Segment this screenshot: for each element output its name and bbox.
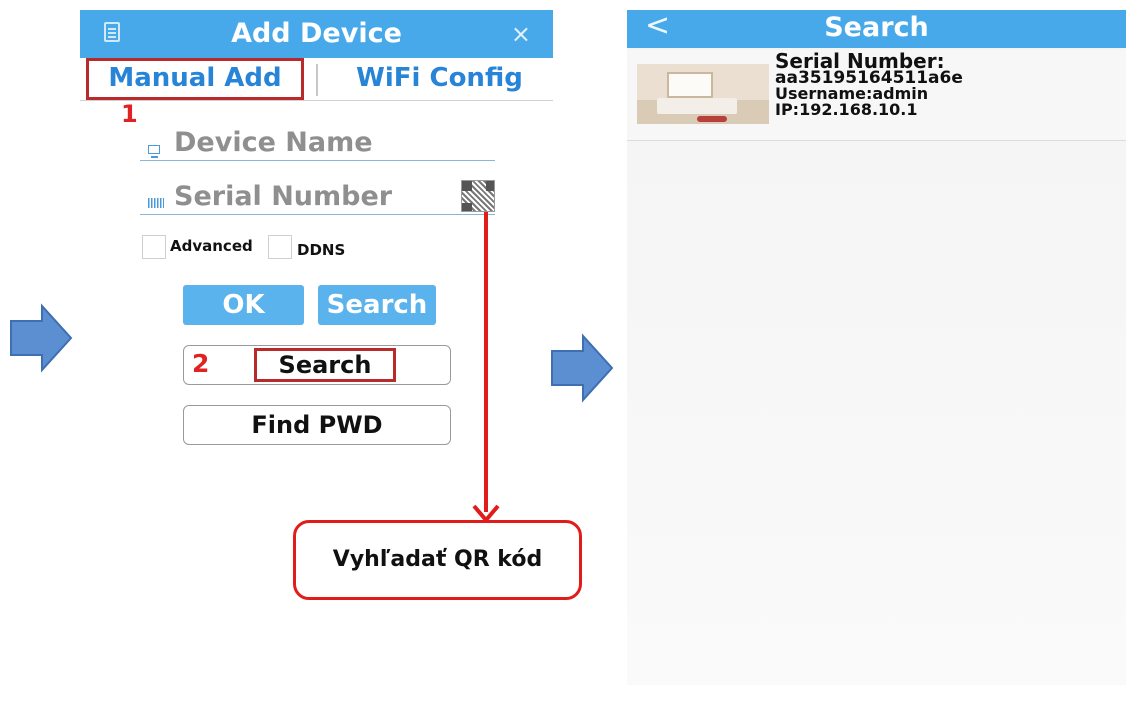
search-button[interactable]: 2 Search bbox=[183, 345, 451, 385]
tab-manual-add[interactable]: Manual Add bbox=[86, 58, 304, 100]
advanced-checkbox[interactable] bbox=[142, 235, 166, 259]
search-header: < Search bbox=[627, 8, 1126, 48]
device-thumbnail bbox=[637, 64, 769, 124]
find-pwd-button[interactable]: Find PWD bbox=[183, 405, 451, 445]
ddns-checkbox[interactable] bbox=[268, 235, 292, 259]
device-info: Serial Number: aa35195164511a6e Username… bbox=[775, 51, 963, 119]
add-device-header: Add Device × bbox=[80, 10, 553, 58]
serial-number-placeholder: Serial Number bbox=[174, 181, 393, 212]
tab-wifi-config[interactable]: WiFi Config bbox=[326, 58, 553, 100]
monitor-icon bbox=[148, 145, 160, 158]
search-title: Search bbox=[824, 12, 929, 43]
search-button-label: Search bbox=[254, 348, 396, 382]
barcode-icon bbox=[148, 198, 164, 208]
step-2-marker: 2 bbox=[192, 349, 210, 378]
serial-number-field[interactable]: Serial Number bbox=[140, 178, 495, 215]
device-name-field[interactable]: Device Name bbox=[140, 124, 495, 161]
tab-divider bbox=[316, 64, 318, 96]
search-results-area bbox=[627, 48, 1126, 685]
ip-text: IP:192.168.10.1 bbox=[775, 100, 918, 119]
tab-bar: Manual Add WiFi Config bbox=[80, 58, 553, 101]
annotation-line bbox=[484, 212, 488, 512]
advanced-label: Advanced bbox=[170, 237, 253, 255]
step-1-marker: 1 bbox=[121, 100, 138, 128]
ddns-label: DDNS bbox=[297, 241, 346, 259]
flow-arrow-right bbox=[551, 333, 614, 403]
flow-arrow-left bbox=[10, 303, 73, 373]
qr-code-icon[interactable] bbox=[461, 180, 495, 212]
close-icon[interactable]: × bbox=[511, 20, 531, 48]
page-title: Add Device bbox=[231, 18, 402, 49]
ok-button[interactable]: OK bbox=[183, 285, 304, 325]
qr-callout: Vyhľadať QR kód bbox=[293, 520, 582, 600]
device-name-placeholder: Device Name bbox=[174, 127, 373, 158]
search-button-blue[interactable]: Search bbox=[318, 285, 436, 325]
device-list-item[interactable]: Serial Number: aa35195164511a6e Username… bbox=[627, 50, 1126, 141]
